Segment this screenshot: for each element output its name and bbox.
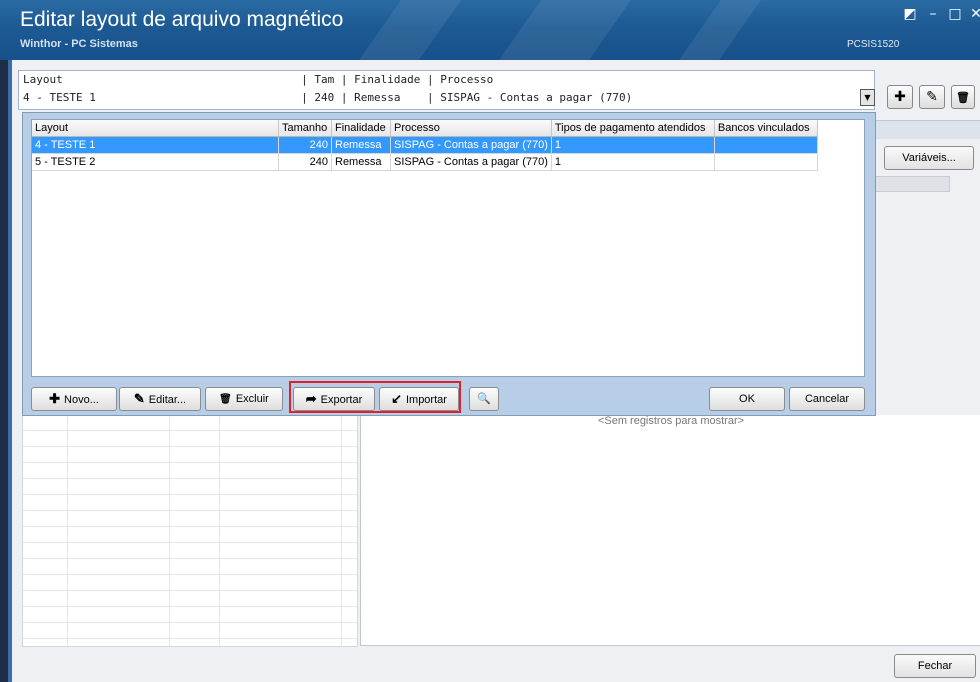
col-header-bancos[interactable]: Bancos vinculados (714, 120, 818, 137)
trash-icon: 🗑 (956, 91, 970, 104)
excluir-button[interactable]: 🗑 Excluir (205, 387, 283, 411)
window-title: Editar layout de arquivo magnético (20, 8, 344, 31)
export-import-highlight (289, 381, 461, 413)
col-header-tipos[interactable]: Tipos de pagamento atendidos (551, 120, 715, 137)
add-layout-button[interactable]: ✚ (887, 85, 913, 109)
cell-layout: 5 - TESTE 2 (32, 153, 279, 171)
right-tab-strip (872, 120, 980, 139)
cell-finalidade: Remessa (331, 136, 391, 154)
layout-combo[interactable]: Layout | Tam | Finalidade | Processo 4 -… (18, 70, 875, 110)
records-panel: <Sem registros para mostrar> (360, 415, 980, 646)
plus-icon: ✚ (49, 391, 61, 406)
routine-code: PCSIS1520 (847, 39, 900, 50)
editar-label: Editar... (148, 394, 187, 406)
cell-tipos: 1 (551, 136, 715, 154)
maximize-button[interactable]: □ (947, 6, 963, 22)
cell-bancos (714, 153, 818, 171)
layout-table: Layout Tamanho Finalidade Processo Tipos… (32, 120, 818, 171)
cell-bancos (714, 136, 818, 154)
cell-tamanho: 240 (278, 136, 332, 154)
no-records-text: <Sem registros para mostrar> (597, 415, 745, 427)
title-bar: Editar layout de arquivo magnético Winth… (0, 0, 980, 60)
edit-layout-button[interactable]: ✎ (919, 85, 945, 109)
cell-layout: 4 - TESTE 1 (32, 136, 279, 154)
combo-selected-value: 4 - TESTE 1 | 240 | Remessa | SISPAG - C… (23, 91, 633, 104)
layout-grid[interactable]: Layout Tamanho Finalidade Processo Tipos… (31, 119, 865, 377)
variaveis-button[interactable]: Variáveis... (884, 146, 974, 170)
col-header-processo[interactable]: Processo (390, 120, 552, 137)
cell-tipos: 1 (551, 153, 715, 171)
delete-layout-button[interactable]: 🗑 (951, 85, 975, 109)
table-row[interactable]: 5 - TESTE 2 240 Remessa SISPAG - Contas … (32, 153, 818, 171)
search-button[interactable]: 🔍 (469, 387, 499, 411)
minimize-button[interactable]: – (925, 6, 941, 22)
window-subtitle: Winthor - PC Sistemas (20, 38, 138, 50)
fields-grid[interactable] (22, 415, 358, 647)
editar-button[interactable]: ✎ Editar... (119, 387, 201, 411)
pencil-icon: ✎ (133, 391, 145, 406)
cancelar-button[interactable]: Cancelar (789, 387, 865, 411)
fechar-button[interactable]: Fechar (894, 654, 976, 678)
right-header-bar (872, 176, 950, 192)
pencil-icon: ✎ (926, 89, 938, 105)
cell-finalidade: Remessa (331, 153, 391, 171)
close-button[interactable]: ✕ (968, 6, 980, 22)
search-icon: 🔍 (477, 393, 491, 405)
plus-icon: ✚ (894, 89, 906, 105)
cell-tamanho: 240 (278, 153, 332, 171)
trash-icon: 🗑 (219, 394, 232, 405)
novo-label: Novo... (64, 394, 99, 406)
cell-processo: SISPAG - Contas a pagar (770) (390, 153, 552, 171)
restore-icon[interactable]: ◩ (902, 6, 918, 22)
col-header-layout[interactable]: Layout (32, 120, 279, 137)
combo-header: Layout | Tam | Finalidade | Processo (23, 73, 494, 86)
col-header-tamanho[interactable]: Tamanho (278, 120, 332, 137)
table-row[interactable]: 4 - TESTE 1 240 Remessa SISPAG - Contas … (32, 136, 818, 154)
novo-button[interactable]: ✚ Novo... (31, 387, 117, 411)
layout-dropdown-popup: Layout Tamanho Finalidade Processo Tipos… (22, 112, 876, 416)
chevron-down-icon[interactable]: ▼ (860, 89, 875, 106)
cell-processo: SISPAG - Contas a pagar (770) (390, 136, 552, 154)
col-header-finalidade[interactable]: Finalidade (331, 120, 391, 137)
ok-button[interactable]: OK (709, 387, 785, 411)
excluir-label: Excluir (235, 393, 269, 405)
